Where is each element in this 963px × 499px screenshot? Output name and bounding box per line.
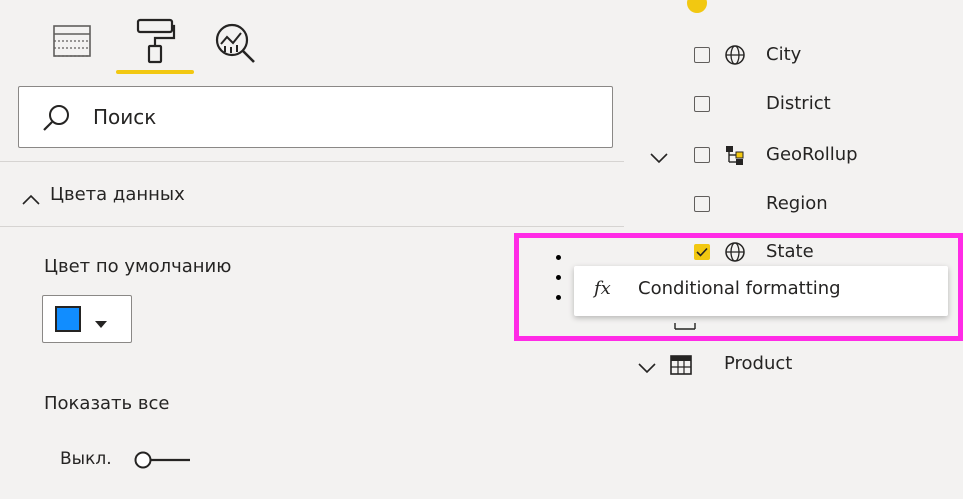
field-checkbox[interactable] [694,147,710,163]
paint-roller-icon[interactable] [134,18,176,64]
data-colors-section-header[interactable]: Цвета данных [0,172,624,222]
field-item-georollup[interactable]: GeoRollup [624,131,963,179]
search-input[interactable] [93,87,593,147]
section-title: Цвета данных [50,184,185,205]
show-all-label: Показать все [44,393,170,414]
field-label: District [766,93,831,114]
field-label: GeoRollup [766,144,858,165]
chevron-down-icon[interactable] [650,150,668,164]
default-color-picker[interactable] [42,295,132,343]
field-item-region[interactable]: Region [624,180,963,228]
divider [0,161,624,162]
toggle-switch-icon [134,450,192,470]
fields-icon[interactable] [52,24,92,60]
field-label: Region [766,193,828,214]
globe-icon [724,44,746,66]
divider [0,226,624,227]
field-checkbox[interactable] [694,47,710,63]
field-checkbox[interactable] [694,196,710,212]
field-checkbox[interactable] [694,96,710,112]
menu-item-label: Conditional formatting [638,278,841,299]
field-indicator-icon [686,0,708,14]
field-item-district[interactable]: District [624,80,963,128]
table-icon [670,355,692,375]
table-item-product[interactable]: Product [624,340,963,388]
show-all-toggle[interactable]: Выкл. [60,446,210,476]
more-options-dot [556,275,561,280]
color-swatch [55,306,81,332]
conditional-formatting-menu-item[interactable]: fx Conditional formatting [574,266,948,316]
analytics-icon[interactable] [214,22,258,64]
search-field[interactable] [18,86,613,148]
table-label: Product [724,353,793,374]
hierarchy-icon [724,144,746,166]
field-item-city[interactable]: City [624,31,963,79]
more-options-dot [556,255,561,260]
context-menu: fx Conditional formatting [574,266,948,316]
toggle-state-label: Выкл. [60,449,112,469]
search-icon [41,103,71,133]
more-options-dot [556,295,561,300]
default-color-label: Цвет по умолчанию [44,256,232,277]
chevron-up-icon [22,190,40,205]
caret-down-icon [95,314,107,328]
field-label: City [766,44,802,65]
chevron-down-icon[interactable] [638,360,656,374]
fx-icon: fx [594,278,611,299]
active-tab-indicator [116,70,194,74]
